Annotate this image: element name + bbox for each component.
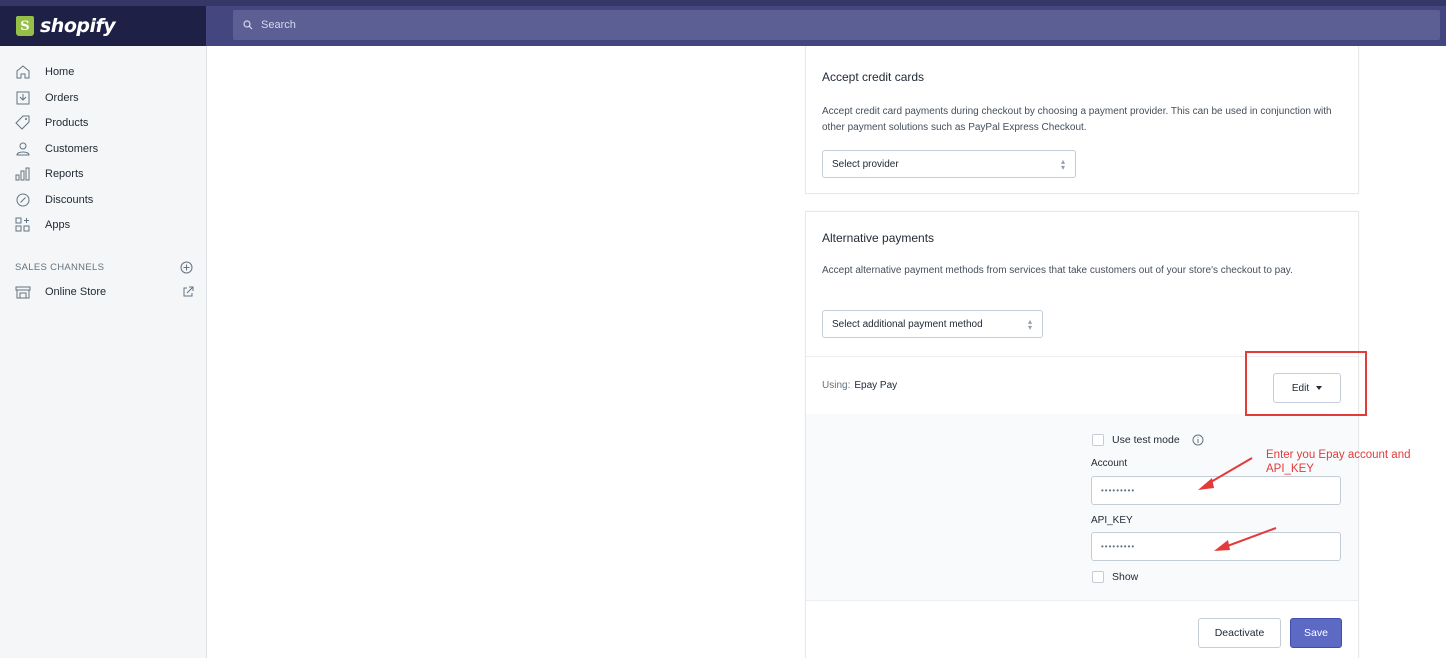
search-icon bbox=[243, 20, 253, 30]
save-button-label: Save bbox=[1304, 627, 1328, 639]
sidebar-item-label: Online Store bbox=[45, 286, 107, 298]
top-bar: S shopify Search bbox=[0, 0, 1446, 46]
credit-cards-card: Accept credit cards Accept credit card p… bbox=[805, 46, 1359, 194]
bar-chart-icon bbox=[15, 167, 30, 181]
test-mode-label: Use test mode bbox=[1112, 434, 1180, 446]
alternative-payments-card: Alternative payments Accept alternative … bbox=[805, 211, 1359, 658]
using-provider-name: Epay Pay bbox=[854, 380, 898, 391]
sidebar-item-orders[interactable]: Orders bbox=[14, 88, 79, 108]
deactivate-button-label: Deactivate bbox=[1214, 627, 1265, 639]
payment-method-select[interactable]: Select additional payment method ▴ ▾ bbox=[822, 310, 1043, 338]
select-arrows-icon: ▴ ▾ bbox=[1027, 317, 1032, 332]
annotation-text: Enter you Epay account and API_KEY bbox=[1266, 449, 1411, 475]
orders-icon bbox=[16, 91, 30, 105]
show-label: Show bbox=[1112, 571, 1139, 583]
home-icon bbox=[16, 65, 30, 79]
sidebar-item-label: Customers bbox=[45, 143, 99, 155]
logo[interactable]: S shopify bbox=[0, 6, 206, 46]
sidebar-item-products[interactable]: Products bbox=[14, 113, 88, 133]
deactivate-button[interactable]: Deactivate bbox=[1198, 618, 1281, 648]
sidebar-item-label: Orders bbox=[45, 92, 79, 104]
annotation-arrows-icon bbox=[1198, 457, 1277, 551]
add-channel-icon[interactable] bbox=[180, 261, 193, 274]
test-mode-checkbox[interactable] bbox=[1092, 434, 1104, 446]
sidebar-item-customers[interactable]: Customers bbox=[14, 139, 98, 159]
api-key-field-value: ••••••••• bbox=[1101, 542, 1136, 551]
brand-name: shopify bbox=[40, 15, 116, 37]
provider-select[interactable]: Select provider ▴ ▾ bbox=[822, 150, 1076, 178]
discount-icon bbox=[16, 193, 30, 207]
sidebar: Home Orders Products Customers Reports D… bbox=[0, 46, 207, 658]
account-label: Account bbox=[1091, 458, 1128, 469]
account-field-value: ••••••••• bbox=[1101, 486, 1136, 495]
search-placeholder: Search bbox=[261, 19, 296, 31]
payment-method-select-value: Select additional payment method bbox=[832, 318, 983, 330]
card-footer: Deactivate Save bbox=[806, 600, 1358, 658]
sales-channels-header: SALES CHANNELS bbox=[15, 261, 193, 274]
using-label: Using: bbox=[822, 380, 851, 391]
sidebar-item-discounts[interactable]: Discounts bbox=[14, 190, 93, 210]
shopify-bag-icon: S bbox=[16, 16, 34, 36]
sidebar-item-label: Reports bbox=[45, 168, 84, 180]
tag-icon bbox=[15, 115, 30, 130]
sidebar-item-label: Products bbox=[45, 117, 89, 129]
credit-cards-description: Accept credit card payments during check… bbox=[822, 106, 1332, 133]
apps-icon bbox=[15, 217, 30, 232]
show-checkbox[interactable] bbox=[1092, 571, 1104, 583]
logo-initial: S bbox=[20, 18, 30, 34]
alternative-payments-title: Alternative payments bbox=[822, 231, 935, 245]
sales-channels-label: SALES CHANNELS bbox=[15, 262, 105, 273]
provider-select-value: Select provider bbox=[832, 158, 899, 170]
sidebar-item-reports[interactable]: Reports bbox=[14, 164, 84, 184]
sidebar-item-online-store[interactable]: Online Store bbox=[14, 282, 194, 302]
sidebar-item-label: Discounts bbox=[45, 194, 94, 206]
annotation-highlight-box bbox=[1245, 351, 1367, 416]
external-link-icon[interactable] bbox=[182, 286, 194, 298]
select-arrows-icon: ▴ ▾ bbox=[1060, 157, 1065, 172]
person-icon bbox=[16, 142, 30, 156]
credit-cards-title: Accept credit cards bbox=[822, 70, 925, 84]
save-button[interactable]: Save bbox=[1290, 618, 1342, 648]
alternative-payments-description: Accept alternative payment methods from … bbox=[822, 265, 1293, 276]
api-key-label: API_KEY bbox=[1091, 515, 1133, 526]
sidebar-item-apps[interactable]: Apps bbox=[14, 215, 70, 235]
sidebar-item-label: Home bbox=[45, 66, 75, 78]
sidebar-item-home[interactable]: Home bbox=[14, 62, 74, 82]
search-input[interactable]: Search bbox=[233, 10, 1440, 40]
info-icon[interactable] bbox=[1192, 434, 1204, 446]
store-icon bbox=[15, 286, 31, 299]
sidebar-item-label: Apps bbox=[45, 219, 71, 231]
